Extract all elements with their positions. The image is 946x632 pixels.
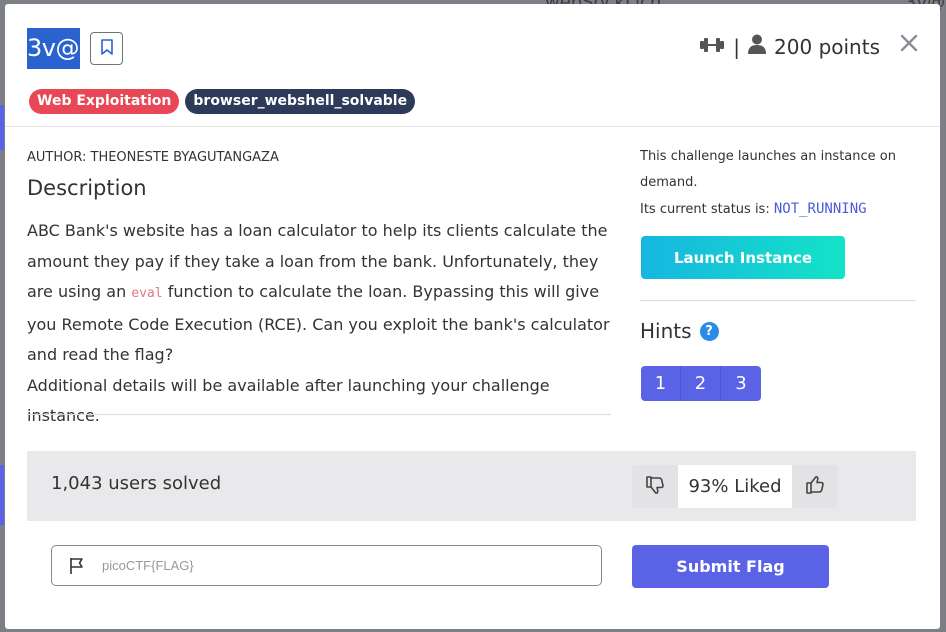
background-accent-bar — [0, 105, 4, 150]
help-icon[interactable]: ? — [699, 321, 719, 341]
flag-input[interactable] — [102, 558, 562, 573]
author-label: AUTHOR: THEONESTE BYAGUTANGAZA — [27, 150, 279, 165]
challenge-modal: 3v@l | 200 points Web Exploitation brows… — [5, 4, 940, 629]
meta-separator: | — [733, 34, 741, 59]
tag-category[interactable]: Web Exploitation — [29, 89, 180, 114]
dumbbell-icon — [699, 35, 725, 59]
user-icon — [748, 34, 767, 59]
close-icon[interactable] — [900, 28, 918, 58]
flag-input-wrapper — [51, 545, 602, 586]
challenge-meta: | 200 points — [699, 34, 880, 59]
hint-button-2[interactable]: 2 — [681, 366, 721, 401]
like-button[interactable] — [792, 465, 838, 508]
status-prefix: Its current status is: — [640, 202, 774, 217]
instance-panel: This challenge launches an instance on d… — [640, 144, 916, 401]
thumbs-up-icon — [805, 475, 825, 499]
hint-button-3[interactable]: 3 — [721, 366, 761, 401]
challenge-title: 3v@l — [27, 28, 86, 69]
description-heading: Description — [27, 176, 147, 200]
modal-header: 3v@l | 200 points Web Exploitation brows… — [5, 4, 940, 127]
bookmark-icon — [100, 38, 113, 59]
hint-buttons: 1 2 3 — [641, 366, 761, 401]
flag-icon — [68, 557, 88, 575]
tag-list: Web Exploitation browser_webshell_solvab… — [29, 89, 416, 114]
liked-percentage: 93% Liked — [678, 465, 792, 508]
background-accent-bar — [0, 465, 4, 525]
eval-code: eval — [131, 286, 163, 301]
dislike-button[interactable] — [632, 465, 678, 508]
divider — [27, 414, 611, 415]
submit-flag-button[interactable]: Submit Flag — [632, 545, 829, 588]
points-label: 200 points — [774, 34, 880, 59]
launch-instance-button[interactable]: Launch Instance — [641, 236, 845, 279]
status-value: NOT_RUNNING — [773, 201, 867, 217]
status-line: Its current status is: NOT_RUNNING — [640, 196, 916, 223]
description-text: ABC Bank's website has a loan calculator… — [27, 216, 611, 432]
hints-label: Hints — [640, 319, 692, 343]
stats-bar: 1,043 users solved 93% Liked — [27, 451, 916, 521]
hints-heading: Hints ? — [640, 319, 719, 343]
bookmark-button[interactable] — [90, 32, 123, 65]
tag-webshell[interactable]: browser_webshell_solvable — [185, 89, 416, 114]
launch-info: This challenge launches an instance on d… — [640, 149, 896, 190]
thumbs-down-icon — [645, 475, 665, 499]
like-controls: 93% Liked — [632, 465, 838, 508]
description-extra: Additional details will be available aft… — [27, 375, 550, 426]
divider — [640, 300, 916, 301]
hint-button-1[interactable]: 1 — [641, 366, 681, 401]
solved-count: 1,043 users solved — [51, 473, 222, 494]
